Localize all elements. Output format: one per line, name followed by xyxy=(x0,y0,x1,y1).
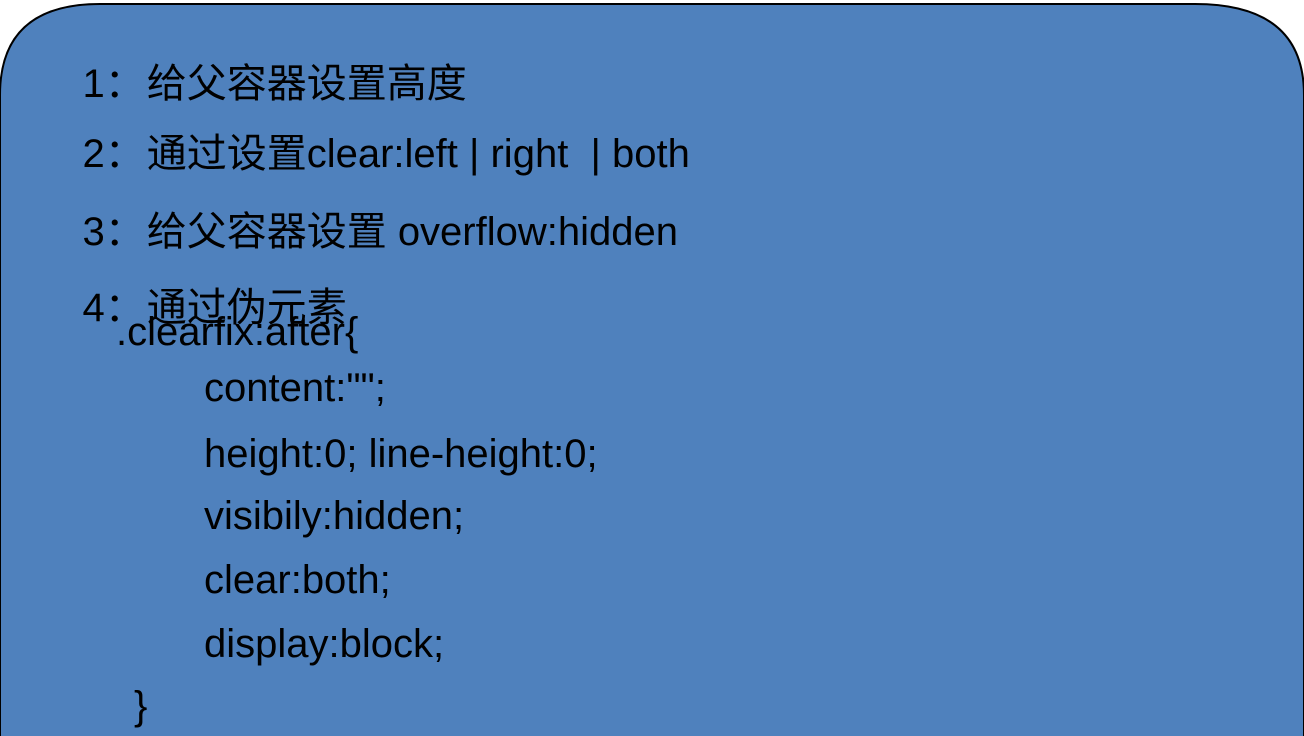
code-closing-brace: } xyxy=(134,684,148,728)
code-declaration: display:block; xyxy=(204,622,445,666)
slide: 1：给父容器设置高度 2：通过设置clear:left | right | bo… xyxy=(0,0,1304,736)
code-selector: .clearfix:after{ xyxy=(116,310,359,354)
code-declaration: content:""; xyxy=(204,366,386,410)
code-declaration: visibily:hidden; xyxy=(204,494,465,538)
code-declaration: clear:both; xyxy=(204,558,391,602)
item-number: 4 xyxy=(82,286,105,330)
code-declaration: height:0; line-height:0; xyxy=(204,432,598,476)
